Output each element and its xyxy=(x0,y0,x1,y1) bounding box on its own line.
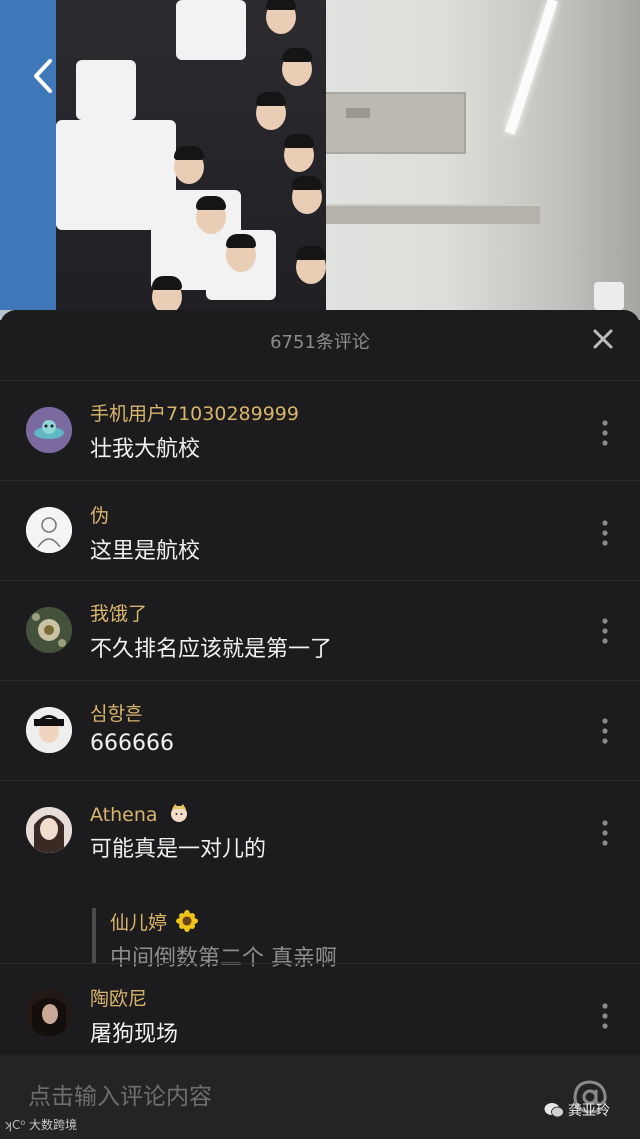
comment-username[interactable]: 陶欧尼 xyxy=(90,984,147,1011)
chevron-left-icon xyxy=(34,59,52,93)
comment-list: 手机用户71030289999 壮我大航校 伪 这里是航校 我饿了 不久排名应该… xyxy=(0,380,640,1064)
comment-item[interactable]: 我饿了 不久排名应该就是第一了 xyxy=(0,580,640,680)
more-options-button[interactable] xyxy=(596,418,614,448)
flower-avatar[interactable] xyxy=(26,607,72,653)
dark-avatar[interactable] xyxy=(26,990,72,1036)
more-options-button[interactable] xyxy=(596,818,614,848)
comment-username[interactable]: Athena xyxy=(90,801,190,828)
wechat-icon xyxy=(544,1103,564,1118)
comment-text: 壮我大航校 xyxy=(90,437,201,462)
watermark-left-text: 大数跨境 xyxy=(29,1118,78,1132)
comment-text: 屠狗现场 xyxy=(90,1022,179,1047)
comment-input[interactable] xyxy=(28,1077,528,1117)
comment-text: 666666 xyxy=(90,731,174,756)
comment-item[interactable]: 심항흔 666666 xyxy=(0,680,640,780)
more-vertical-icon xyxy=(602,718,608,744)
more-options-button[interactable] xyxy=(596,716,614,746)
more-options-button[interactable] xyxy=(596,518,614,548)
comment-item[interactable]: 手机用户71030289999 壮我大航校 xyxy=(0,380,640,480)
more-options-button[interactable] xyxy=(596,616,614,646)
comment-username[interactable]: 심항흔 xyxy=(90,699,142,726)
comment-text: 可能真是一对儿的 xyxy=(90,837,267,862)
watermark-right: 龚亚玲 xyxy=(544,1100,610,1120)
comment-count-title: 6751条评论 xyxy=(270,332,370,353)
watermark-right-text: 龚亚玲 xyxy=(568,1103,610,1119)
more-vertical-icon xyxy=(602,420,608,446)
alien-avatar[interactable] xyxy=(26,407,72,453)
girl-avatar[interactable] xyxy=(26,807,72,853)
comment-username[interactable]: 我饿了 xyxy=(90,599,147,626)
reply-username-text: 仙儿婷 xyxy=(110,912,168,934)
comment-item[interactable]: 陶欧尼 屠狗现场 xyxy=(0,963,640,1064)
reply-preview[interactable]: 仙儿婷 中间倒数第二个 真亲啊 xyxy=(92,908,337,971)
comment-sheet: 6751条评论 手机用户71030289999 壮我大航校 伪 这里是航校 我饿… xyxy=(0,310,640,1139)
person-avatar[interactable] xyxy=(26,707,72,753)
crown-icon xyxy=(168,801,190,828)
comment-username[interactable]: 伪 xyxy=(90,501,109,528)
comment-input-bar xyxy=(0,1055,640,1139)
video-frame xyxy=(0,0,640,320)
more-options-button[interactable] xyxy=(596,1001,614,1031)
more-vertical-icon xyxy=(602,520,608,546)
sunflower-icon xyxy=(176,910,199,937)
watermark-left: ʞC⁰ 大数跨境 xyxy=(4,1116,77,1133)
comment-text: 不久排名应该就是第一了 xyxy=(90,637,333,662)
back-button[interactable] xyxy=(26,56,60,96)
logo-icon: ʞC⁰ xyxy=(4,1118,30,1132)
close-icon xyxy=(593,329,613,349)
comment-text: 这里是航校 xyxy=(90,539,201,564)
close-button[interactable] xyxy=(588,324,618,354)
username-text: Athena xyxy=(90,804,158,826)
more-vertical-icon xyxy=(602,820,608,846)
more-vertical-icon xyxy=(602,1003,608,1029)
comment-item[interactable]: Athena 可能真是一对儿的 仙儿婷 中间倒数第二个 真亲啊 xyxy=(0,780,640,971)
comment-item[interactable]: 伪 这里是航校 xyxy=(0,480,640,580)
reply-username[interactable]: 仙儿婷 xyxy=(110,908,199,937)
comment-username[interactable]: 手机用户71030289999 xyxy=(90,399,299,426)
more-vertical-icon xyxy=(602,618,608,644)
sketch-avatar[interactable] xyxy=(26,507,72,553)
sheet-header: 6751条评论 xyxy=(0,310,640,380)
